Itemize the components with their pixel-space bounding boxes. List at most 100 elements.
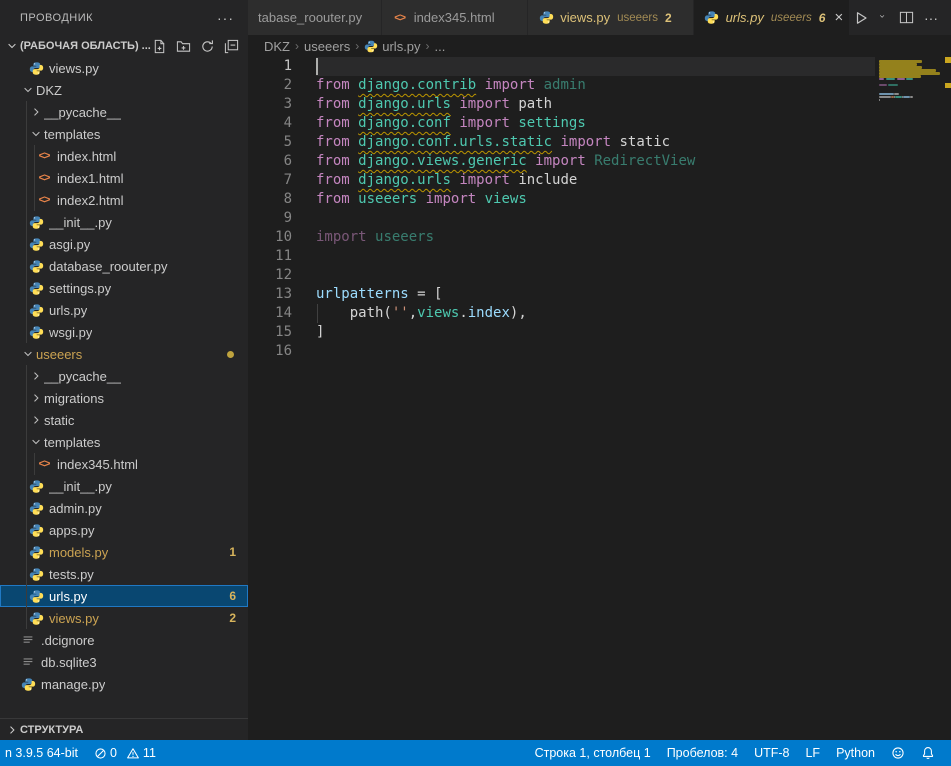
tree-file-index345-html[interactable]: <>index345.html: [0, 453, 248, 475]
tree-file-tests-py[interactable]: tests.py: [0, 563, 248, 585]
tree-folder-migrations[interactable]: migrations: [0, 387, 248, 409]
problems-status[interactable]: 0 11: [86, 740, 170, 766]
code-line-7[interactable]: 7from django.urls import include: [248, 171, 951, 190]
language-mode-status[interactable]: Python: [828, 740, 883, 766]
tree-folder-useeers[interactable]: useeers: [0, 343, 248, 365]
tree-folder-templates[interactable]: templates: [0, 123, 248, 145]
code-line-15[interactable]: 15]: [248, 323, 951, 342]
notifications-bell-icon[interactable]: [913, 740, 943, 766]
tree-file--dcignore[interactable]: .dcignore: [0, 629, 248, 651]
modified-dot-badge: [227, 351, 234, 358]
tree-folder--pycache-[interactable]: __pycache__: [0, 365, 248, 387]
code-line-10[interactable]: 10import useeers: [248, 228, 951, 247]
tree-indent-guide: [26, 123, 27, 145]
close-icon[interactable]: ×: [834, 10, 843, 25]
code-line-11[interactable]: 11: [248, 247, 951, 266]
editor-group: tabase_roouter.py<>index345.html views.p…: [248, 0, 951, 740]
tree-folder-dkz[interactable]: DKZ: [0, 79, 248, 101]
tree-file-views-py[interactable]: views.py2: [0, 607, 248, 629]
tree-item-label: useeers: [36, 347, 82, 362]
minimap[interactable]: [875, 57, 945, 740]
code-line-8[interactable]: 8from useeers import views: [248, 190, 951, 209]
tree-file-apps-py[interactable]: apps.py: [0, 519, 248, 541]
code-line-16[interactable]: 16: [248, 342, 951, 361]
explorer-more-actions-icon[interactable]: ···: [217, 10, 234, 26]
tree-file-views-py[interactable]: views.py: [0, 57, 248, 79]
tree-item-label: settings.py: [49, 281, 111, 296]
tree-file-urls-py[interactable]: urls.py6: [0, 585, 248, 607]
run-dropdown-chevron-icon[interactable]: [876, 6, 892, 30]
code-line-5[interactable]: 5from django.conf.urls.static import sta…: [248, 133, 951, 152]
new-file-icon[interactable]: [151, 38, 168, 55]
tab-tabase-roouter-py[interactable]: tabase_roouter.py: [248, 0, 382, 35]
code-line-9[interactable]: 9: [248, 209, 951, 228]
tab-label: index345.html: [414, 10, 495, 25]
breadcrumb-separator: ›: [355, 39, 359, 53]
tree-indent-guide: [26, 277, 27, 299]
more-actions-icon[interactable]: ···: [921, 6, 941, 30]
tree-item-label: urls.py: [49, 589, 87, 604]
tree-indent-guide: [26, 255, 27, 277]
new-folder-icon[interactable]: [175, 38, 192, 55]
minimap-code-line: [888, 84, 897, 86]
breadcrumb-label: DKZ: [264, 39, 290, 54]
cursor-position-status[interactable]: Строка 1, столбец 1: [527, 740, 659, 766]
python-interpreter-status[interactable]: n 3.9.5 64-bit: [0, 740, 86, 766]
tab-urls-py[interactable]: urls.pyuseeers6×: [694, 0, 850, 35]
code-line-12[interactable]: 12: [248, 266, 951, 285]
tree-file-index2-html[interactable]: <>index2.html: [0, 189, 248, 211]
line-number: 5: [248, 133, 292, 152]
code-line-6[interactable]: 6from django.views.generic import Redire…: [248, 152, 951, 171]
code-line-3[interactable]: 3from django.urls import path: [248, 95, 951, 114]
tree-file--init-py[interactable]: __init__.py: [0, 475, 248, 497]
ruler-warning-mark: [945, 83, 951, 88]
tree-file-settings-py[interactable]: settings.py: [0, 277, 248, 299]
tree-file--init-py[interactable]: __init__.py: [0, 211, 248, 233]
python-file-icon: [28, 280, 44, 296]
breadcrumb-item-urls-py[interactable]: urls.py: [364, 39, 420, 54]
minimap-code-line: [894, 93, 899, 95]
tree-file-wsgi-py[interactable]: wsgi.py: [0, 321, 248, 343]
breadcrumb-item-dkz[interactable]: DKZ: [264, 39, 290, 54]
tree-file-urls-py[interactable]: urls.py: [0, 299, 248, 321]
tree-folder-static[interactable]: static: [0, 409, 248, 431]
indentation-status[interactable]: Пробелов: 4: [659, 740, 746, 766]
breadcrumb-item--[interactable]: ...: [435, 39, 446, 54]
code-line-4[interactable]: 4from django.conf import settings: [248, 114, 951, 133]
code-line-1[interactable]: 1: [248, 57, 951, 76]
refresh-icon[interactable]: [199, 38, 216, 55]
minimap-code-line: [879, 93, 894, 95]
tree-file-asgi-py[interactable]: asgi.py: [0, 233, 248, 255]
outline-section-header[interactable]: СТРУКТУРА: [0, 718, 248, 740]
vscode-window: ПРОВОДНИК ··· (РАБОЧАЯ ОБЛАСТЬ) ... view…: [0, 0, 951, 766]
tree-file-db-sqlite3[interactable]: db.sqlite3: [0, 651, 248, 673]
tree-file-admin-py[interactable]: admin.py: [0, 497, 248, 519]
tree-file-index1-html[interactable]: <>index1.html: [0, 167, 248, 189]
tree-folder--pycache-[interactable]: __pycache__: [0, 101, 248, 123]
split-editor-icon[interactable]: [896, 6, 917, 30]
code-line-13[interactable]: 13urlpatterns = [: [248, 285, 951, 304]
breadcrumb-item-useeers[interactable]: useeers: [304, 39, 350, 54]
run-button[interactable]: [850, 6, 872, 30]
tree-indent-guide: [26, 167, 27, 189]
tree-file-models-py[interactable]: models.py1: [0, 541, 248, 563]
tab-index345-html[interactable]: <>index345.html: [382, 0, 529, 35]
encoding-status[interactable]: UTF-8: [746, 740, 797, 766]
code-line-14[interactable]: 14 path('',views.index),: [248, 304, 951, 323]
tree-file-database-roouter-py[interactable]: database_roouter.py: [0, 255, 248, 277]
collapse-all-icon[interactable]: [223, 38, 240, 55]
tree-file-manage-py[interactable]: manage.py: [0, 673, 248, 695]
problems-count-badge: 2: [229, 611, 236, 625]
overview-ruler[interactable]: [945, 57, 951, 740]
tree-folder-templates[interactable]: templates: [0, 431, 248, 453]
workspace-section-header[interactable]: (РАБОЧАЯ ОБЛАСТЬ) ...: [0, 35, 248, 57]
code-editor[interactable]: 12from django.contrib import admin3from …: [248, 57, 951, 740]
tree-file-index-html[interactable]: <>index.html: [0, 145, 248, 167]
eol-status[interactable]: LF: [797, 740, 828, 766]
line-number: 7: [248, 171, 292, 190]
tab-views-py[interactable]: views.pyuseeers2: [528, 0, 693, 35]
tree-item-label: DKZ: [36, 83, 62, 98]
minimap-code-line: [910, 96, 913, 98]
feedback-icon[interactable]: [883, 740, 913, 766]
code-line-2[interactable]: 2from django.contrib import admin: [248, 76, 951, 95]
